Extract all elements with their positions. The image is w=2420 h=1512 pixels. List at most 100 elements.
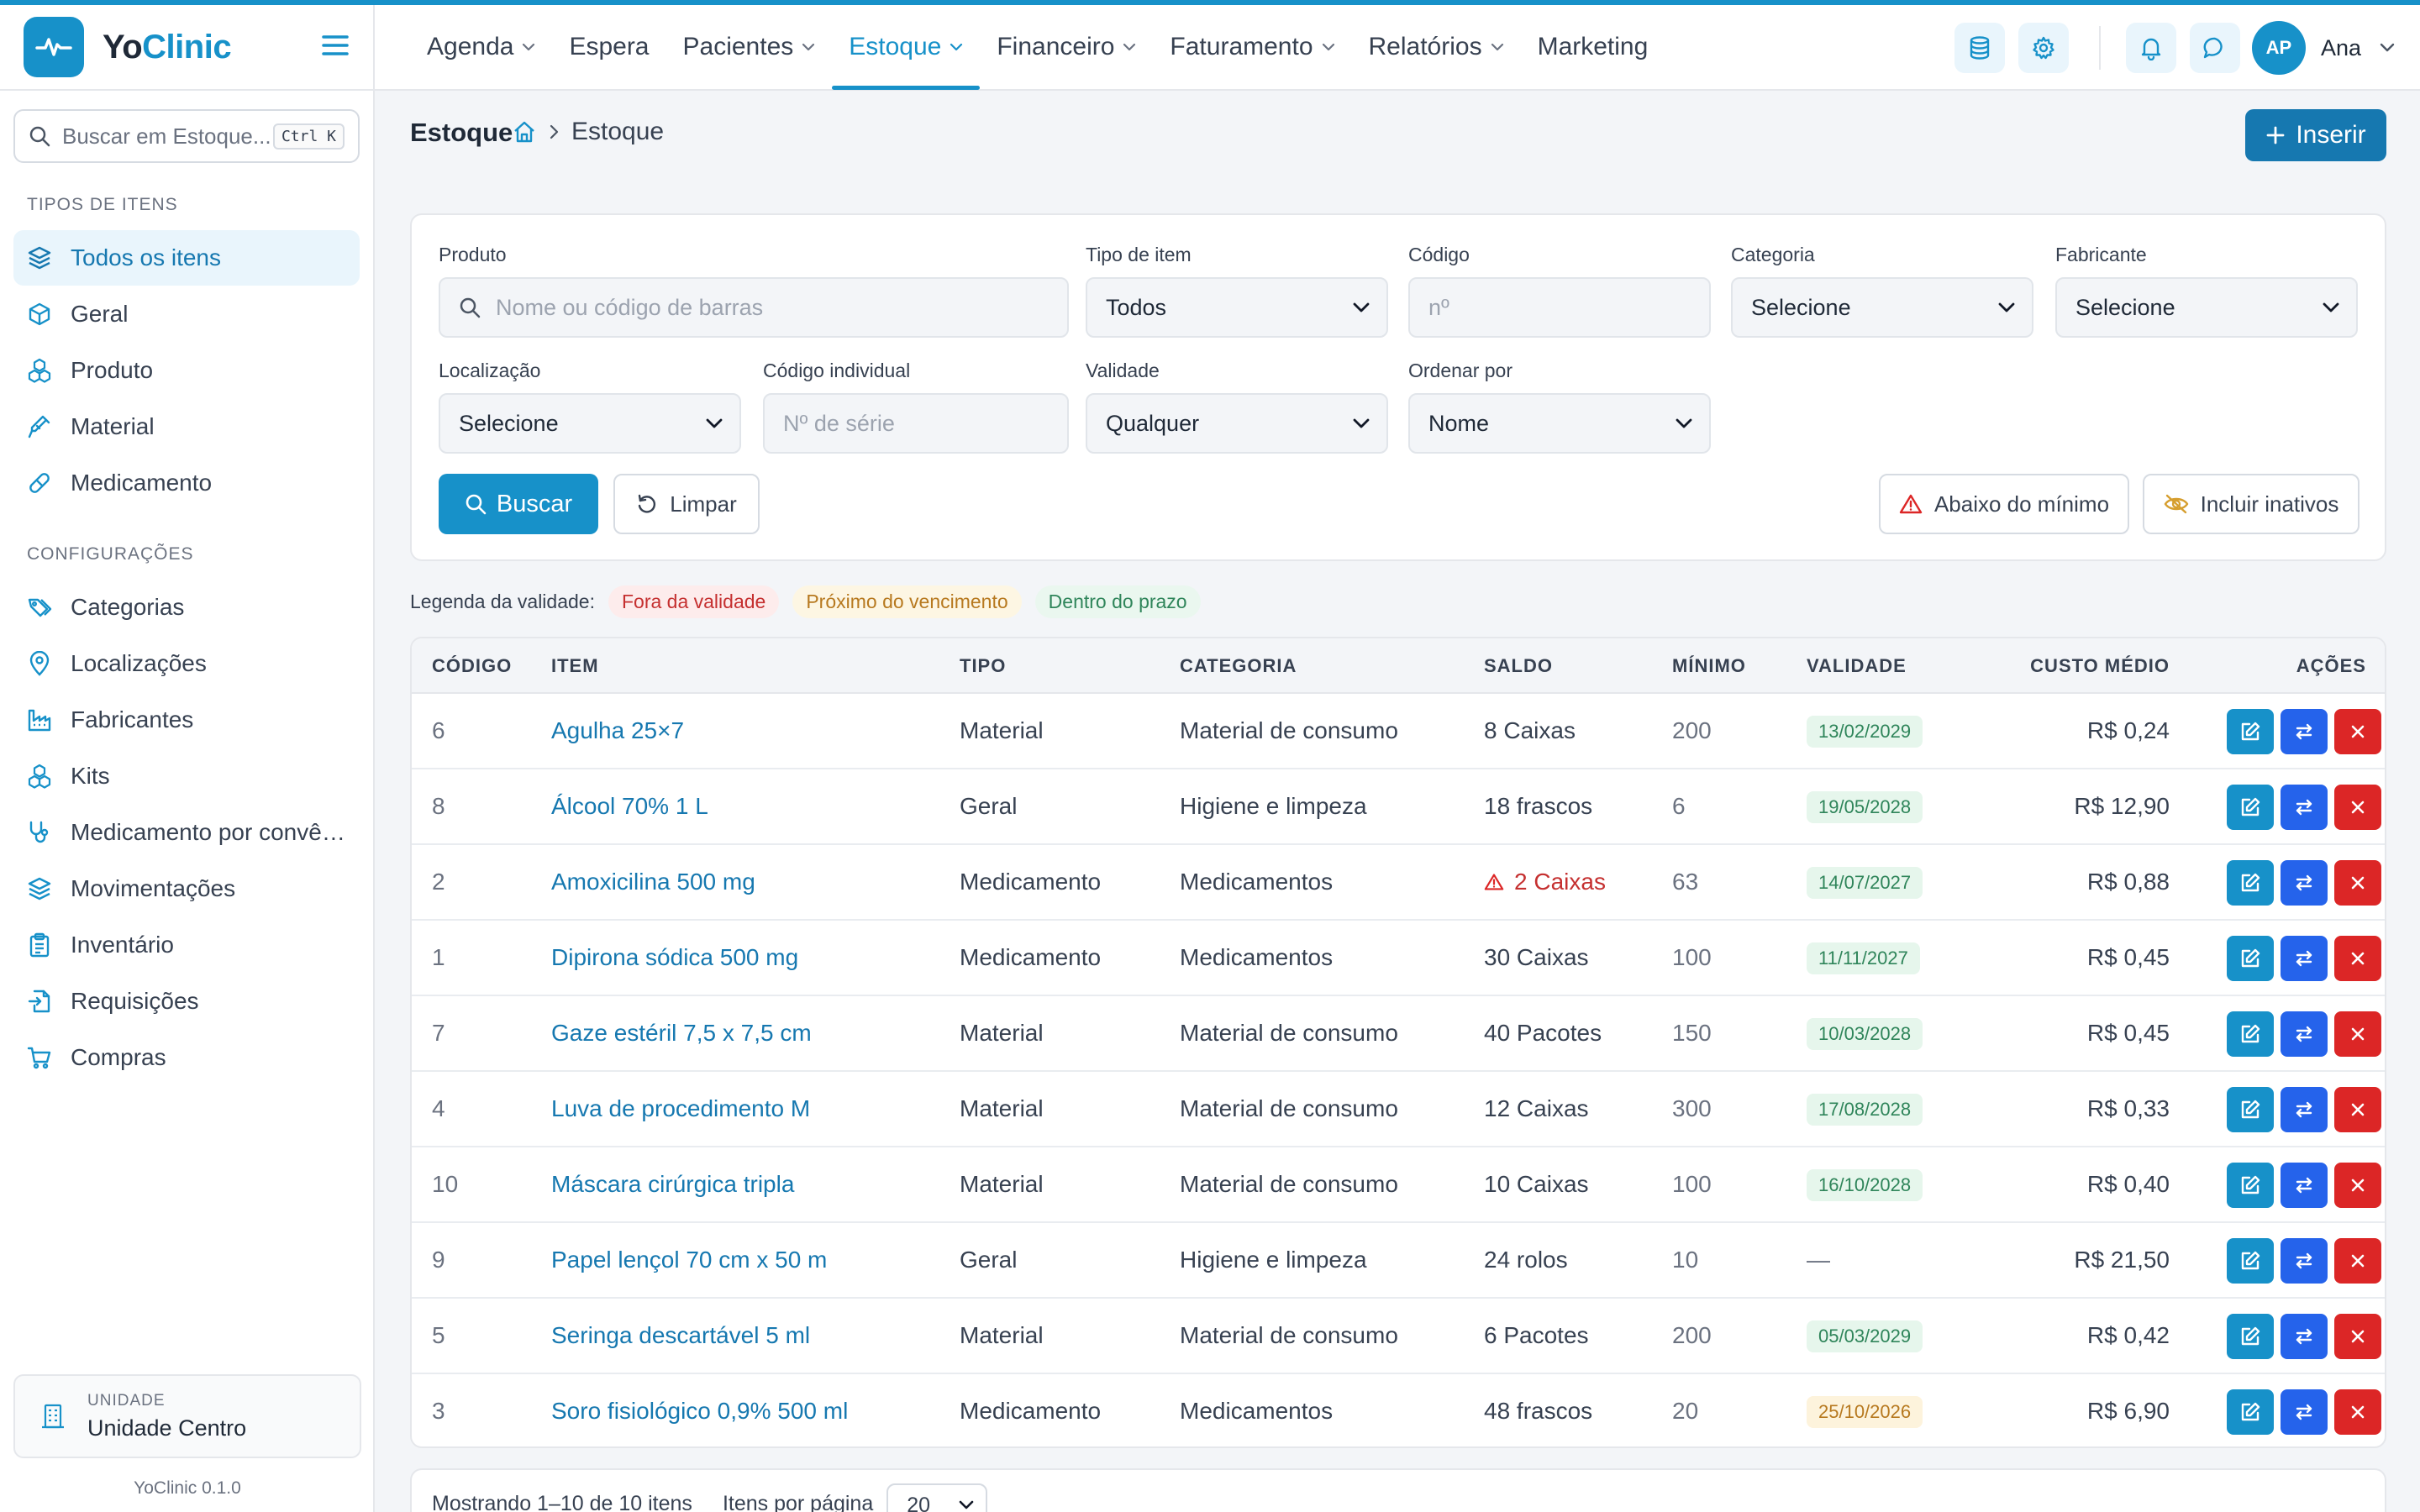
sidebar-item-geral[interactable]: Geral [13, 286, 360, 342]
database-button[interactable] [1954, 23, 2005, 73]
nav-item-agenda[interactable]: Agenda [410, 4, 552, 90]
edit-button[interactable] [2227, 1389, 2274, 1435]
search-button[interactable]: Buscar [439, 474, 598, 534]
edit-button[interactable] [2227, 785, 2274, 830]
delete-button[interactable] [2334, 1011, 2381, 1057]
edit-button[interactable] [2227, 1314, 2274, 1359]
delete-button[interactable] [2334, 860, 2381, 906]
col-codigo[interactable]: CÓDIGO [432, 638, 512, 694]
delete-button[interactable] [2334, 1238, 2381, 1284]
per-page-select[interactable]: 20 [886, 1483, 988, 1512]
include-inactive-toggle[interactable]: Incluir inativos [2143, 474, 2360, 534]
sidebar-item-medicamento-por-convenio[interactable]: Medicamento por convênio [13, 805, 360, 860]
messages-button[interactable] [2189, 23, 2240, 73]
insert-button[interactable]: Inserir [2245, 109, 2386, 161]
sidebar-item-produto[interactable]: Produto [13, 343, 360, 398]
table-row[interactable]: 10 Máscara cirúrgica tripla Material Materi… [412, 1147, 2385, 1223]
transfer-button[interactable] [2281, 1163, 2328, 1208]
home-icon[interactable] [513, 120, 536, 144]
edit-button[interactable] [2227, 1011, 2274, 1057]
edit-button[interactable] [2227, 1087, 2274, 1132]
delete-button[interactable] [2334, 709, 2381, 754]
sidebar-item-todos-os-itens[interactable]: Todos os itens [13, 230, 360, 286]
nav-item-relatorios[interactable]: Relatórios [1352, 4, 1521, 90]
transfer-button[interactable] [2281, 1238, 2328, 1284]
sidebar-search-input[interactable]: Buscar em Estoque... Ctrl K [13, 109, 360, 163]
codigo-input[interactable]: nº [1408, 277, 1711, 338]
edit-button[interactable] [2227, 1163, 2274, 1208]
below-minimum-toggle[interactable]: Abaixo do mínimo [1879, 474, 2129, 534]
transfer-button[interactable] [2281, 1314, 2328, 1359]
sidebar-item-movimentacoes[interactable]: Movimentações [13, 861, 360, 916]
nav-item-espera[interactable]: Espera [552, 4, 666, 90]
delete-button[interactable] [2334, 1314, 2381, 1359]
cell-item-link[interactable]: Máscara cirúrgica tripla [551, 1147, 794, 1221]
sidebar-item-medicamento[interactable]: Medicamento [13, 455, 360, 511]
nav-item-marketing[interactable]: Marketing [1521, 4, 1665, 90]
logo-icon[interactable] [24, 17, 84, 77]
cell-item-link[interactable]: Amoxicilina 500 mg [551, 845, 755, 919]
table-row[interactable]: 4 Luva de procedimento M Material Material … [412, 1072, 2385, 1147]
cell-item-link[interactable]: Soro fisiológico 0,9% 500 ml [551, 1374, 848, 1446]
transfer-button[interactable] [2281, 1011, 2328, 1057]
settings-button[interactable] [2018, 23, 2069, 73]
menu-toggle-icon[interactable] [321, 34, 350, 61]
sidebar-item-compras[interactable]: Compras [13, 1030, 360, 1085]
col-categoria[interactable]: CATEGORIA [1180, 638, 1297, 694]
table-row[interactable]: 9 Papel lençol 70 cm x 50 m Geral Higiene e… [412, 1223, 2385, 1299]
table-row[interactable]: 3 Soro fisiológico 0,9% 500 ml Medicamento… [412, 1374, 2385, 1446]
validade-select[interactable]: Qualquer [1086, 393, 1388, 454]
edit-button[interactable] [2227, 709, 2274, 754]
table-row[interactable]: 8 Álcool 70% 1 L Geral Higiene e limpeza 18 … [412, 769, 2385, 845]
col-item[interactable]: ITEM [551, 638, 599, 694]
table-row[interactable]: 2 Amoxicilina 500 mg Medicamento Medicament… [412, 845, 2385, 921]
tipo-select[interactable]: Todos [1086, 277, 1388, 338]
cell-item-link[interactable]: Seringa descartável 5 ml [551, 1299, 810, 1373]
delete-button[interactable] [2334, 1389, 2381, 1435]
delete-button[interactable] [2334, 1087, 2381, 1132]
edit-button[interactable] [2227, 936, 2274, 981]
cell-item-link[interactable]: Papel lençol 70 cm x 50 m [551, 1223, 827, 1297]
table-row[interactable]: 5 Seringa descartável 5 ml Material Materia… [412, 1299, 2385, 1374]
col-tipo[interactable]: TIPO [960, 638, 1006, 694]
codigo-individual-input[interactable]: Nº de série [763, 393, 1069, 454]
transfer-button[interactable] [2281, 709, 2328, 754]
edit-button[interactable] [2227, 860, 2274, 906]
ordenar-select[interactable]: Nome [1408, 393, 1711, 454]
fabricante-select[interactable]: Selecione [2055, 277, 2358, 338]
chevron-down-icon[interactable] [2380, 43, 2395, 53]
cell-item-link[interactable]: Gaze estéril 7,5 x 7,5 cm [551, 996, 812, 1070]
categoria-select[interactable]: Selecione [1731, 277, 2033, 338]
transfer-button[interactable] [2281, 1389, 2328, 1435]
table-row[interactable]: 1 Dipirona sódica 500 mg Medicamento Medica… [412, 921, 2385, 996]
nav-item-pacientes[interactable]: Pacientes [666, 4, 833, 90]
transfer-button[interactable] [2281, 936, 2328, 981]
clear-button[interactable]: Limpar [613, 474, 760, 534]
transfer-button[interactable] [2281, 860, 2328, 906]
delete-button[interactable] [2334, 936, 2381, 981]
nav-item-estoque[interactable]: Estoque [832, 4, 981, 90]
localizacao-select[interactable]: Selecione [439, 393, 741, 454]
col-saldo[interactable]: SALDO [1484, 638, 1553, 694]
unit-selector[interactable]: UNIDADE Unidade Centro [13, 1374, 361, 1458]
cell-item-link[interactable]: Álcool 70% 1 L [551, 769, 708, 843]
sidebar-item-fabricantes[interactable]: Fabricantes [13, 692, 360, 748]
sidebar-item-requisicoes[interactable]: Requisições [13, 974, 360, 1029]
sidebar-item-inventario[interactable]: Inventário [13, 917, 360, 973]
nav-item-financeiro[interactable]: Financeiro [980, 4, 1153, 90]
sidebar-item-categorias[interactable]: Categorias [13, 580, 360, 635]
transfer-button[interactable] [2281, 785, 2328, 830]
delete-button[interactable] [2334, 1163, 2381, 1208]
notifications-button[interactable] [2125, 23, 2176, 73]
col-validade[interactable]: VALIDADE [1807, 638, 1907, 694]
table-row[interactable]: 6 Agulha 25×7 Material Material de consumo 8… [412, 694, 2385, 769]
transfer-button[interactable] [2281, 1087, 2328, 1132]
sidebar-item-localizacoes[interactable]: Localizações [13, 636, 360, 691]
delete-button[interactable] [2334, 785, 2381, 830]
avatar[interactable]: AP [2251, 21, 2306, 75]
col-minimo[interactable]: MÍNIMO [1672, 638, 1746, 694]
cell-item-link[interactable]: Dipirona sódica 500 mg [551, 921, 798, 995]
table-row[interactable]: 7 Gaze estéril 7,5 x 7,5 cm Material Materi… [412, 996, 2385, 1072]
cell-item-link[interactable]: Luva de procedimento M [551, 1072, 810, 1146]
produto-input[interactable]: Nome ou código de barras [439, 277, 1069, 338]
